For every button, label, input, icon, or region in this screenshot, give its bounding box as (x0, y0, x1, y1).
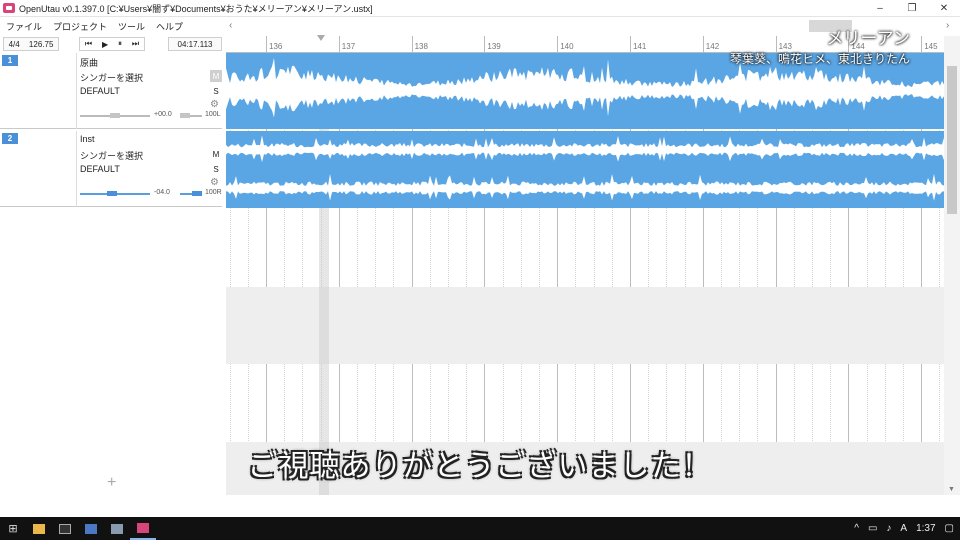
play-icon[interactable]: ▶ (102, 40, 108, 49)
track-avatar-area: 2 (0, 131, 77, 207)
scroll-down-arrow-icon[interactable]: ▼ (948, 486, 955, 493)
singer-selector[interactable]: シンガーを選択 (80, 149, 143, 162)
scroll-right-arrow-icon[interactable]: › (946, 20, 949, 31)
file-explorer-icon[interactable] (26, 517, 52, 540)
ruler-bar-label: 139 (487, 42, 501, 51)
ruler-bar-tick (484, 36, 486, 53)
mute-button[interactable]: M (210, 148, 222, 160)
taskbar: ⊞ ^ ▭ ♪ A 1:37 ▢ (0, 517, 960, 540)
volume-slider-thumb[interactable] (106, 191, 117, 196)
maximize-button[interactable]: ❐ (896, 0, 928, 17)
ruler-bar-label: 138 (414, 42, 428, 51)
track-settings-gear-icon[interactable]: ⚙ (210, 177, 219, 188)
phonemizer-selector[interactable]: DEFAULT (80, 86, 120, 96)
volume-slider[interactable] (80, 191, 150, 196)
system-tray: ^ ▭ ♪ A 1:37 ▢ (854, 517, 954, 540)
solo-button[interactable]: S (210, 163, 222, 175)
waveform-lane (226, 135, 944, 163)
track-settings-gear-icon[interactable]: ⚙ (210, 99, 219, 110)
minimize-button[interactable]: – (864, 0, 896, 17)
playback-time: 04:17.113 (168, 37, 222, 51)
vertical-scrollbar-thumb[interactable] (947, 66, 957, 214)
tray-chevron-up-icon[interactable]: ^ (854, 523, 859, 534)
openutau-taskbar-icon[interactable] (130, 517, 156, 540)
ruler-bar-tick (411, 36, 413, 53)
menu-help[interactable]: ヘルプ (156, 20, 183, 33)
close-button[interactable]: ✕ (928, 0, 960, 17)
ruler-bar-label: 140 (560, 42, 574, 51)
pan-slider-thumb[interactable] (180, 113, 190, 118)
ruler-bar-tick (266, 36, 267, 53)
openutau-app-icon (3, 3, 15, 13)
transport-bar: 4/4 126.75 ⏮ ▶ ⏸ ⏭ 04:17.113 (0, 36, 226, 53)
menu-bar: ファイル プロジェクト ツール ヘルプ (0, 18, 226, 35)
mute-button[interactable]: M (210, 70, 222, 82)
time-signature[interactable]: 4/4 (9, 40, 20, 49)
pan-value: 100R (205, 189, 222, 196)
waveform-lane (226, 173, 944, 201)
ruler-bar-tick (557, 36, 559, 53)
ime-indicator[interactable]: A (900, 523, 907, 534)
playback-controls: ⏮ ▶ ⏸ ⏭ (79, 37, 145, 51)
app-icon-grey[interactable] (104, 517, 130, 540)
tempo-signature-box[interactable]: 4/4 126.75 (3, 37, 59, 51)
bpm-value[interactable]: 126.75 (29, 40, 53, 49)
grid-row-band (226, 287, 944, 364)
clock[interactable]: 1:37 (916, 523, 935, 534)
track-name[interactable]: 原曲 (80, 56, 98, 69)
speaker-icon[interactable]: ♪ (886, 523, 891, 534)
ruler-bar-label: 137 (341, 42, 356, 51)
seek-start-icon[interactable]: ⏮ (85, 39, 92, 49)
track-grid[interactable] (226, 53, 944, 495)
volume-value: +00.0 (154, 111, 172, 118)
app-icon-blue[interactable] (78, 517, 104, 540)
menu-file[interactable]: ファイル (6, 20, 42, 33)
ruler-bar-label: 141 (633, 42, 647, 51)
track-header-2: 2 Inst シンガーを選択 DEFAULT M S ⚙ -04.0 100R (0, 131, 222, 207)
ruler-bar-tick (702, 36, 704, 53)
seek-end-icon[interactable]: ⏭ (132, 39, 139, 49)
audio-part-inst[interactable] (226, 131, 944, 208)
pan-value: 100L (205, 111, 221, 118)
volume-value: -04.0 (154, 189, 170, 196)
track-name[interactable]: Inst (80, 134, 95, 144)
pan-slider-thumb[interactable] (192, 191, 202, 196)
pan-slider[interactable] (180, 113, 202, 118)
menu-project[interactable]: プロジェクト (53, 20, 107, 33)
track-number-badge: 1 (2, 55, 18, 66)
window-title: OpenUtau v0.1.397.0 [C:¥Users¥闇ず¥Documen… (19, 3, 373, 14)
vertical-scrollbar[interactable]: ▼ (944, 36, 960, 495)
ruler-bar-tick (338, 36, 340, 53)
title-bar: OpenUtau v0.1.397.0 [C:¥Users¥闇ず¥Documen… (0, 0, 960, 17)
singers-caption: 琴葉葵、鳴花ヒメ、東北きりたん (729, 52, 910, 66)
ruler-bar-tick (630, 36, 631, 53)
scroll-left-arrow-icon[interactable]: ‹ (229, 20, 232, 31)
windows-start-icon[interactable]: ⊞ (0, 517, 26, 540)
ruler-bar-label: 136 (269, 42, 283, 51)
track-header-1: 1 原曲 シンガーを選択 DEFAULT M S ⚙ +00.0 100L (0, 53, 222, 129)
phonemizer-selector[interactable]: DEFAULT (80, 164, 120, 174)
notification-icon[interactable]: ▢ (945, 523, 954, 534)
menu-tools[interactable]: ツール (118, 20, 145, 33)
waveform (226, 135, 944, 201)
ruler-bar-label: 142 (705, 42, 720, 51)
network-icon[interactable]: ▭ (868, 523, 877, 534)
volume-slider-thumb[interactable] (110, 113, 120, 118)
pause-icon[interactable]: ⏸ (118, 39, 122, 49)
singer-selector[interactable]: シンガーを選択 (80, 71, 143, 84)
playhead-marker-icon[interactable] (317, 35, 325, 41)
ruler-bar-tick (921, 36, 923, 53)
solo-button[interactable]: S (210, 85, 222, 97)
ruler-bar-label: 145 (924, 42, 938, 51)
pan-slider[interactable] (180, 191, 202, 196)
window-controls: – ❐ ✕ (864, 0, 960, 17)
subtitle-caption: ご視聴ありがとうございました！ (247, 449, 713, 484)
volume-slider[interactable] (80, 113, 150, 118)
song-title-caption: メリーアン (826, 29, 910, 49)
track-avatar-area: 1 (0, 53, 77, 129)
terminal-icon[interactable] (52, 517, 78, 540)
track-number-badge: 2 (2, 133, 18, 144)
